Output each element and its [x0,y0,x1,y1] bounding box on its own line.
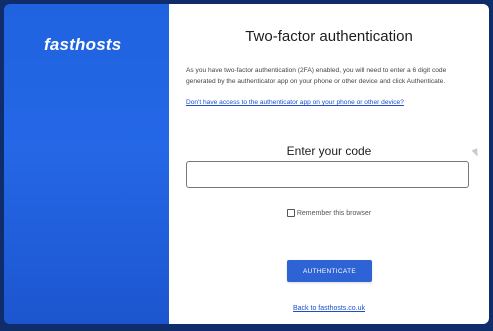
code-label: Enter your code [286,144,372,158]
page-title: Two-factor authentication [245,28,413,45]
instructions-text: As you have two-factor authentication (2… [186,67,447,85]
authenticate-button[interactable]: AUTHENTICATE [287,260,372,282]
fasthosts-logo: fasthosts [44,35,122,54]
brand-panel: fasthosts [4,4,169,324]
no-authenticator-access-link[interactable]: Don't have access to the authenticator a… [186,99,404,106]
two-factor-panel: Two-factor authentication As you have tw… [169,4,489,324]
back-to-fasthosts-link[interactable]: Back to fasthosts.co.uk [169,305,489,312]
remember-browser-option[interactable]: Remember this browser [169,209,489,217]
login-window: fasthosts Two-factor authentication As y… [4,4,489,324]
code-input[interactable] [186,161,469,188]
remember-browser-checkbox[interactable] [286,209,295,217]
remember-browser-label: Remember this browser [296,209,372,217]
